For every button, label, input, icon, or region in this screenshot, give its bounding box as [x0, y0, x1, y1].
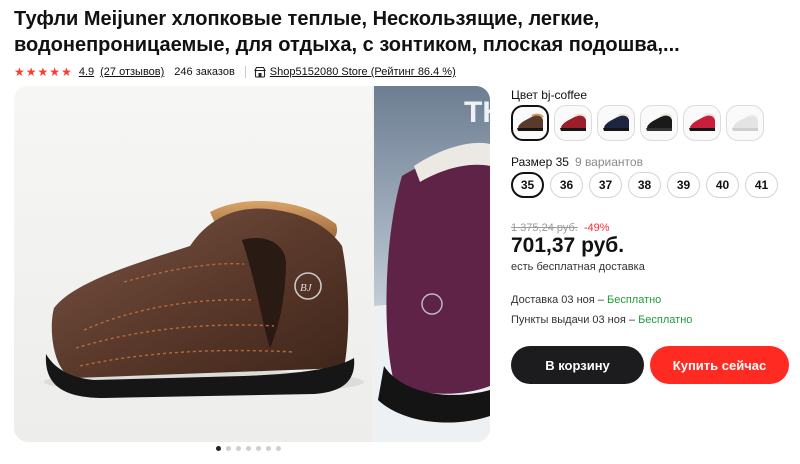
star-icon: ★ — [25, 65, 37, 79]
size-options: 35 36 37 38 39 40 41 — [511, 172, 784, 198]
free-shipping-note: есть бесплатная доставка — [511, 261, 645, 273]
size-option[interactable]: 38 — [628, 172, 661, 198]
delivery-courier-label: Доставка 03 ноя – — [511, 294, 604, 306]
color-options — [511, 105, 769, 141]
pagination-dot[interactable] — [276, 446, 281, 451]
size-label: Размер 35 — [511, 155, 569, 169]
shoe-thumbnail — [603, 113, 630, 131]
boot-image: BJ — [44, 200, 364, 398]
shoe-thumbnail — [646, 113, 673, 131]
size-option[interactable]: 40 — [706, 172, 739, 198]
rating-value[interactable]: 4.9 — [79, 66, 94, 78]
size-option[interactable]: 39 — [667, 172, 700, 198]
gallery-slide-next[interactable]: TH — [374, 86, 490, 442]
star-icon: ★ — [14, 65, 25, 79]
color-option-red[interactable] — [554, 105, 592, 141]
product-title: Туфли Meijuner хлопковые теплые, Несколь… — [14, 8, 680, 56]
star-icon: ★ — [37, 65, 49, 79]
delivery-courier: Доставка 03 ноя – Бесплатно — [511, 294, 661, 306]
store-icon — [253, 66, 266, 78]
delivery-pickup: Пункты выдачи 03 ноя – Бесплатно — [511, 314, 692, 326]
add-to-cart-button[interactable]: В корзину — [511, 346, 644, 384]
store-link[interactable]: Shop5152080 Store (Рейтинг 86.4 %) — [270, 66, 456, 78]
buy-now-button[interactable]: Купить сейчас — [650, 346, 789, 384]
delivery-pickup-value: Бесплатно — [638, 314, 693, 326]
size-label-row: Размер 35 9 вариантов — [511, 155, 643, 169]
color-option-bj-coffee[interactable] — [511, 105, 549, 141]
size-option[interactable]: 37 — [589, 172, 622, 198]
size-option[interactable]: 36 — [550, 172, 583, 198]
divider — [244, 66, 246, 78]
star-icon: ★ — [49, 65, 61, 79]
boot-image-purple: TH — [374, 96, 490, 442]
orders-count: 246 заказов — [174, 66, 235, 78]
shoe-thumbnail — [689, 113, 716, 131]
overlay-text: TH — [464, 96, 490, 129]
discount-badge: -49% — [583, 222, 610, 234]
size-variants-count: 9 вариантов — [574, 155, 643, 169]
shoe-thumbnail — [517, 113, 544, 131]
pagination-dot[interactable] — [256, 446, 261, 451]
svg-text:BJ: BJ — [300, 282, 313, 294]
old-price: 1 375,24 руб. — [511, 222, 578, 234]
star-icon: ★ — [61, 65, 72, 79]
delivery-courier-value: Бесплатно — [606, 294, 662, 306]
color-option-rose[interactable] — [683, 105, 721, 141]
reviews-link[interactable]: (27 отзывов) — [100, 66, 164, 78]
size-option[interactable]: 35 — [511, 172, 544, 198]
delivery-pickup-label: Пункты выдачи 03 ноя – — [511, 314, 636, 326]
product-gallery[interactable]: BJ TH — [14, 86, 490, 442]
shoe-thumbnail — [732, 113, 759, 131]
old-price-row: 1 375,24 руб. -49% — [511, 222, 610, 234]
gallery-pagination — [216, 446, 286, 451]
product-meta-row: ★ ★ ★ ★ ★ 4.9 (27 отзывов) 246 заказов S… — [14, 64, 456, 80]
gallery-slide-main[interactable]: BJ — [14, 86, 372, 442]
shoe-thumbnail — [560, 113, 587, 131]
color-option-navy[interactable] — [597, 105, 635, 141]
color-option-white[interactable] — [726, 105, 764, 141]
color-option-black[interactable] — [640, 105, 678, 141]
pagination-dot[interactable] — [236, 446, 241, 451]
rating-stars: ★ ★ ★ ★ ★ — [14, 66, 73, 78]
size-option[interactable]: 41 — [745, 172, 778, 198]
current-price: 701,37 руб. — [511, 234, 625, 257]
color-label: Цвет bj-coffee — [511, 88, 588, 102]
pagination-dot[interactable] — [266, 446, 271, 451]
pagination-dot[interactable] — [216, 446, 221, 451]
pagination-dot[interactable] — [226, 446, 231, 451]
pagination-dot[interactable] — [246, 446, 251, 451]
